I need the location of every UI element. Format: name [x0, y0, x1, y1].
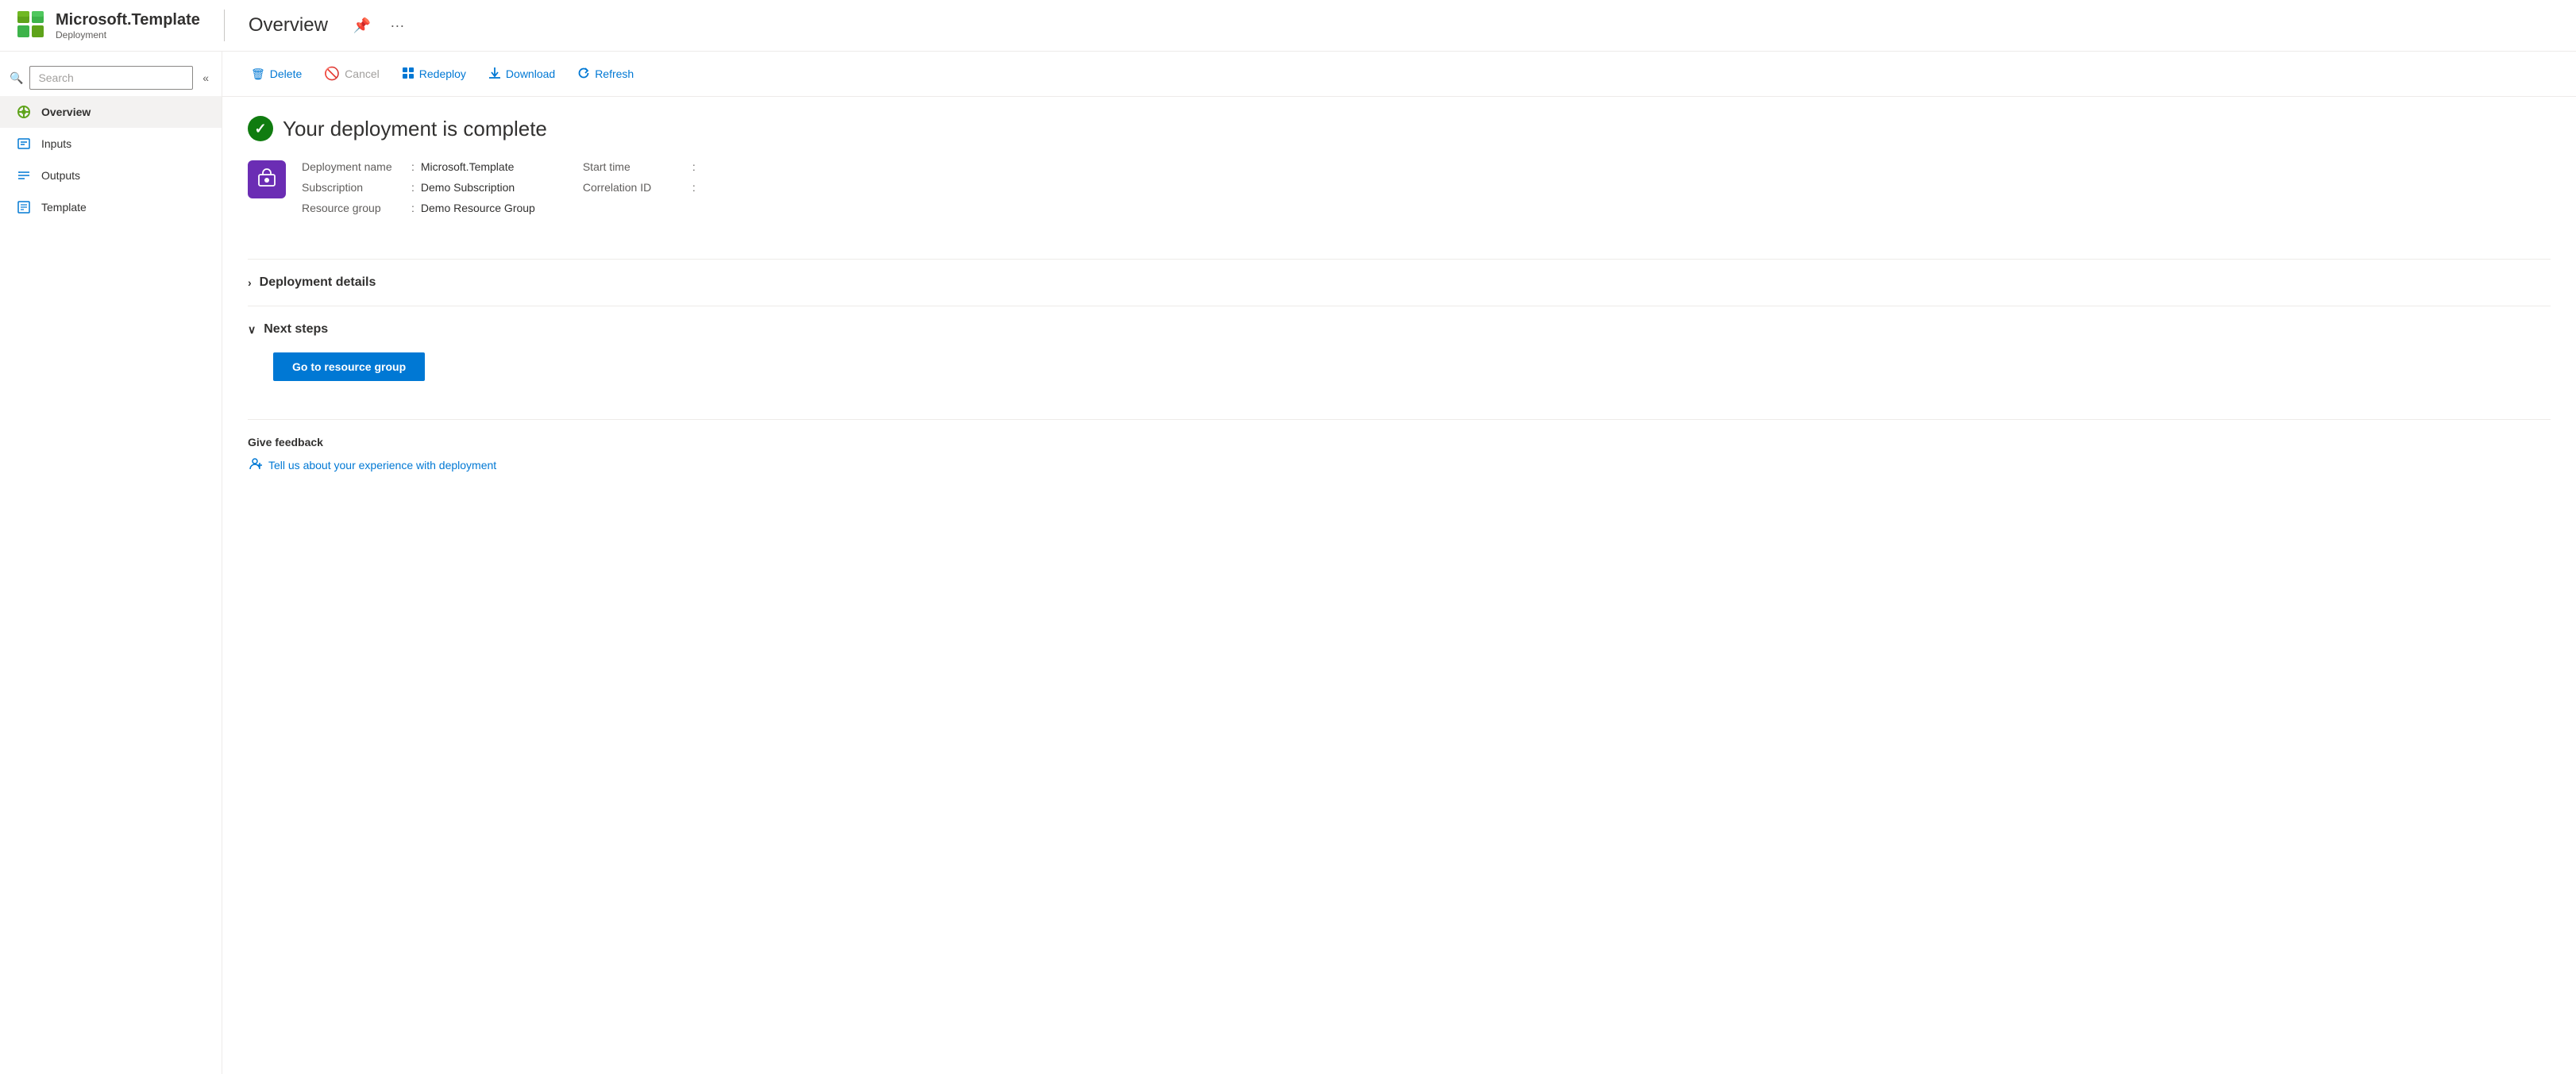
- feedback-title: Give feedback: [248, 436, 2551, 448]
- deployment-details-title: Deployment details: [260, 275, 376, 290]
- correlation-id-label: Correlation ID: [583, 181, 686, 194]
- header-actions: 📌 ···: [350, 14, 407, 37]
- resource-group-label: Resource group: [302, 202, 405, 214]
- correlation-id-row: Correlation ID :: [583, 181, 702, 194]
- delete-label: Delete: [270, 67, 302, 80]
- pin-icon: 📌: [353, 17, 371, 34]
- sidebar-item-outputs[interactable]: Outputs: [0, 160, 222, 191]
- download-icon: [488, 67, 501, 82]
- feedback-link[interactable]: Tell us about your experience with deplo…: [248, 456, 2551, 473]
- next-steps-chevron: ∨: [248, 323, 256, 337]
- next-steps-title: Next steps: [264, 322, 328, 337]
- deployment-name-row: Deployment name : Microsoft.Template: [302, 160, 535, 173]
- overview-icon: [16, 104, 32, 120]
- collapse-sidebar-button[interactable]: «: [199, 68, 212, 87]
- outputs-icon: [16, 167, 32, 183]
- subscription-sep: :: [411, 181, 415, 194]
- sidebar-item-outputs-label: Outputs: [41, 169, 80, 182]
- search-container: 🔍 «: [0, 60, 222, 96]
- azure-logo-icon: [16, 10, 48, 41]
- resource-group-value: Demo Resource Group: [421, 202, 535, 214]
- cancel-button[interactable]: 🚫 Cancel: [314, 61, 389, 87]
- start-time-sep: :: [692, 160, 696, 173]
- cancel-label: Cancel: [345, 67, 380, 80]
- deployment-info-container: Deployment name : Microsoft.Template Sub…: [248, 160, 2551, 240]
- main-content: ✓ Your deployment is complete: [222, 97, 2576, 492]
- deployment-name-value: Microsoft.Template: [421, 160, 514, 173]
- sidebar-item-template[interactable]: Template: [0, 191, 222, 223]
- deployment-name-label: Deployment name: [302, 160, 405, 173]
- sidebar: 🔍 « Overview: [0, 52, 222, 1074]
- deployment-details-chevron: ›: [248, 276, 252, 289]
- page-title: Overview: [249, 14, 328, 37]
- app-container: Microsoft.Template Deployment Overview 📌…: [0, 0, 2576, 1074]
- search-icon: 🔍: [10, 71, 23, 85]
- refresh-icon: [577, 67, 590, 82]
- deployment-details-header[interactable]: › Deployment details: [248, 272, 2551, 293]
- more-options-button[interactable]: ···: [387, 14, 407, 37]
- sidebar-item-overview-label: Overview: [41, 106, 91, 118]
- sidebar-item-overview[interactable]: Overview: [0, 96, 222, 128]
- start-time-row: Start time :: [583, 160, 702, 173]
- start-time-label: Start time: [583, 160, 686, 173]
- delete-icon: 🗑: [251, 67, 265, 81]
- toolbar: 🗑 Delete 🚫 Cancel: [222, 52, 2576, 97]
- subscription-row: Subscription : Demo Subscription: [302, 181, 535, 194]
- content-area: 🗑 Delete 🚫 Cancel: [222, 52, 2576, 1074]
- download-label: Download: [506, 67, 555, 80]
- info-col-left: Deployment name : Microsoft.Template Sub…: [302, 160, 535, 214]
- redeploy-button[interactable]: Redeploy: [392, 62, 476, 87]
- sidebar-item-inputs[interactable]: Inputs: [0, 128, 222, 160]
- subscription-label: Subscription: [302, 181, 405, 194]
- goto-resource-group-button[interactable]: Go to resource group: [273, 352, 425, 381]
- deployment-status-message: Your deployment is complete: [283, 117, 547, 141]
- cancel-icon: 🚫: [324, 66, 340, 82]
- next-steps-section: ∨ Next steps Go to resource group: [248, 306, 2551, 400]
- info-col-right: Start time : Correlation ID :: [583, 160, 702, 214]
- download-button[interactable]: Download: [479, 62, 565, 87]
- delete-button[interactable]: 🗑 Delete: [241, 63, 311, 86]
- redeploy-icon: [402, 67, 415, 82]
- collapse-icon: «: [202, 71, 209, 84]
- deployment-details-section: › Deployment details: [248, 259, 2551, 306]
- next-steps-content: Go to resource group: [248, 340, 2551, 387]
- sidebar-item-inputs-label: Inputs: [41, 137, 71, 150]
- header-divider: [224, 10, 225, 41]
- ellipsis-icon: ···: [390, 17, 404, 34]
- feedback-link-text: Tell us about your experience with deplo…: [268, 459, 496, 472]
- template-icon: [16, 199, 32, 215]
- feedback-person-icon: [248, 456, 262, 473]
- redeploy-label: Redeploy: [419, 67, 466, 80]
- header-title-group: Microsoft.Template Deployment: [56, 11, 200, 40]
- refresh-label: Refresh: [595, 67, 634, 80]
- deployment-status: ✓ Your deployment is complete: [248, 116, 2551, 141]
- header-app-name: Microsoft.Template: [56, 11, 200, 29]
- feedback-section: Give feedback Tell us about your experie…: [248, 419, 2551, 473]
- search-input[interactable]: [29, 66, 193, 90]
- goto-resource-group-label: Go to resource group: [292, 360, 406, 373]
- header-logo: Microsoft.Template Deployment: [16, 10, 200, 41]
- refresh-button[interactable]: Refresh: [568, 62, 643, 87]
- pin-button[interactable]: 📌: [350, 14, 374, 37]
- status-icon: ✓: [248, 116, 273, 141]
- header-app-subtitle: Deployment: [56, 29, 200, 40]
- next-steps-header[interactable]: ∨ Next steps: [248, 319, 2551, 340]
- deployment-info: Deployment name : Microsoft.Template Sub…: [302, 160, 702, 214]
- inputs-icon: [16, 136, 32, 152]
- resource-group-sep: :: [411, 202, 415, 214]
- resource-icon: [248, 160, 286, 198]
- deployment-name-sep: :: [411, 160, 415, 173]
- main-container: 🔍 « Overview: [0, 52, 2576, 1074]
- subscription-value: Demo Subscription: [421, 181, 515, 194]
- header: Microsoft.Template Deployment Overview 📌…: [0, 0, 2576, 52]
- resource-group-row: Resource group : Demo Resource Group: [302, 202, 535, 214]
- correlation-id-sep: :: [692, 181, 696, 194]
- sidebar-item-template-label: Template: [41, 201, 87, 214]
